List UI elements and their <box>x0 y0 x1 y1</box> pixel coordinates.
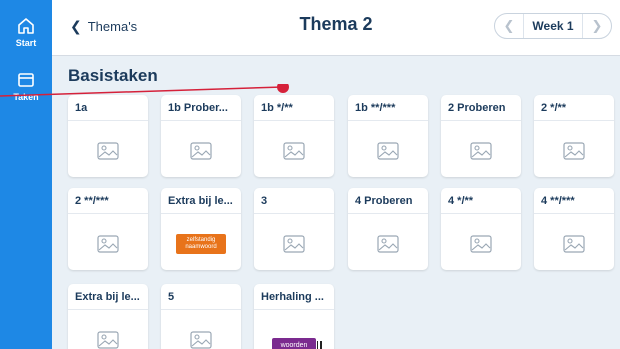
task-card-title: 1b Prober... <box>161 95 241 121</box>
task-card-thumbnail <box>68 314 148 349</box>
week-selector: ❮ Week 1 ❯ <box>494 13 612 39</box>
task-card-thumbnail <box>68 218 148 270</box>
task-card-title: 1b **/*** <box>348 95 428 121</box>
sidebar: Start Taken <box>0 0 52 349</box>
task-card-thumbnail <box>161 125 241 177</box>
task-card-thumbnail <box>534 218 614 270</box>
sidebar-item-label: Start <box>15 38 37 48</box>
task-card-title: 4 Proberen <box>348 188 428 214</box>
image-placeholder-icon <box>190 331 212 349</box>
task-card[interactable]: 1b Prober... <box>161 95 241 177</box>
task-card-thumbnail <box>68 125 148 177</box>
task-card-title: 4 */** <box>441 188 521 214</box>
task-card-thumbnail <box>441 218 521 270</box>
task-card-thumbnail <box>441 125 521 177</box>
task-card-title: Extra bij le... <box>161 188 241 214</box>
task-card[interactable]: Extra bij le... <box>68 284 148 349</box>
task-badge: zelfstandig naamwoord <box>176 234 226 254</box>
task-card-thumbnail <box>348 125 428 177</box>
badge-stack-icon <box>317 341 322 349</box>
image-placeholder-icon <box>563 142 585 160</box>
task-card[interactable]: 4 **/*** <box>534 188 614 270</box>
image-placeholder-icon <box>97 331 119 349</box>
task-card[interactable]: 1b */** <box>254 95 334 177</box>
image-placeholder-icon <box>283 142 305 160</box>
task-card-thumbnail <box>348 218 428 270</box>
image-placeholder-icon <box>97 235 119 253</box>
task-card[interactable]: 2 Proberen <box>441 95 521 177</box>
task-card-thumbnail <box>254 125 334 177</box>
task-card-thumbnail <box>534 125 614 177</box>
sidebar-item-taken[interactable]: Taken <box>0 64 52 114</box>
image-placeholder-icon <box>470 142 492 160</box>
task-card-title: 2 */** <box>534 95 614 121</box>
week-next-button[interactable]: ❯ <box>583 18 611 34</box>
task-card-title: 2 **/*** <box>68 188 148 214</box>
image-placeholder-icon <box>563 235 585 253</box>
task-badge: woorden <box>272 338 322 349</box>
task-card[interactable]: 3 <box>254 188 334 270</box>
task-card-thumbnail <box>254 218 334 270</box>
image-placeholder-icon <box>377 142 399 160</box>
task-card-title: 4 **/*** <box>534 188 614 214</box>
sidebar-item-label: Taken <box>13 92 39 102</box>
task-card[interactable]: 4 Proberen <box>348 188 428 270</box>
sidebar-item-start[interactable]: Start <box>0 10 52 60</box>
section-title: Basistaken <box>68 66 158 85</box>
task-card[interactable]: Herhaling ... woorden <box>254 284 334 349</box>
task-card[interactable]: Extra bij le... zelfstandig naamwoord <box>161 188 241 270</box>
tasks-icon <box>18 73 34 87</box>
task-card[interactable]: 1a <box>68 95 148 177</box>
task-card[interactable]: 5 <box>161 284 241 349</box>
header: ❮ Thema's Thema 2 ❮ Week 1 ❯ <box>52 0 620 56</box>
task-card[interactable]: 2 **/*** <box>68 188 148 270</box>
home-icon <box>18 18 34 34</box>
main-content: Basistaken 1a 1b Prober... 1b */** 1b **/**… <box>52 56 620 349</box>
image-placeholder-icon <box>377 235 399 253</box>
task-card-title: 5 <box>161 284 241 310</box>
image-placeholder-icon <box>190 142 212 160</box>
week-label[interactable]: Week 1 <box>523 14 583 38</box>
task-card-title: 1a <box>68 95 148 121</box>
task-card-thumbnail: woorden <box>254 314 334 349</box>
task-card-title: 3 <box>254 188 334 214</box>
image-placeholder-icon <box>97 142 119 160</box>
task-card-thumbnail <box>161 314 241 349</box>
task-card-title: 1b */** <box>254 95 334 121</box>
task-card-title: 2 Proberen <box>441 95 521 121</box>
task-card[interactable]: 2 */** <box>534 95 614 177</box>
week-prev-button[interactable]: ❮ <box>495 18 523 34</box>
task-card-title: Extra bij le... <box>68 284 148 310</box>
image-placeholder-icon <box>470 235 492 253</box>
image-placeholder-icon <box>283 235 305 253</box>
task-card[interactable]: 1b **/*** <box>348 95 428 177</box>
task-card[interactable]: 4 */** <box>441 188 521 270</box>
task-card-title: Herhaling ... <box>254 284 334 310</box>
task-card-thumbnail: zelfstandig naamwoord <box>161 218 241 270</box>
